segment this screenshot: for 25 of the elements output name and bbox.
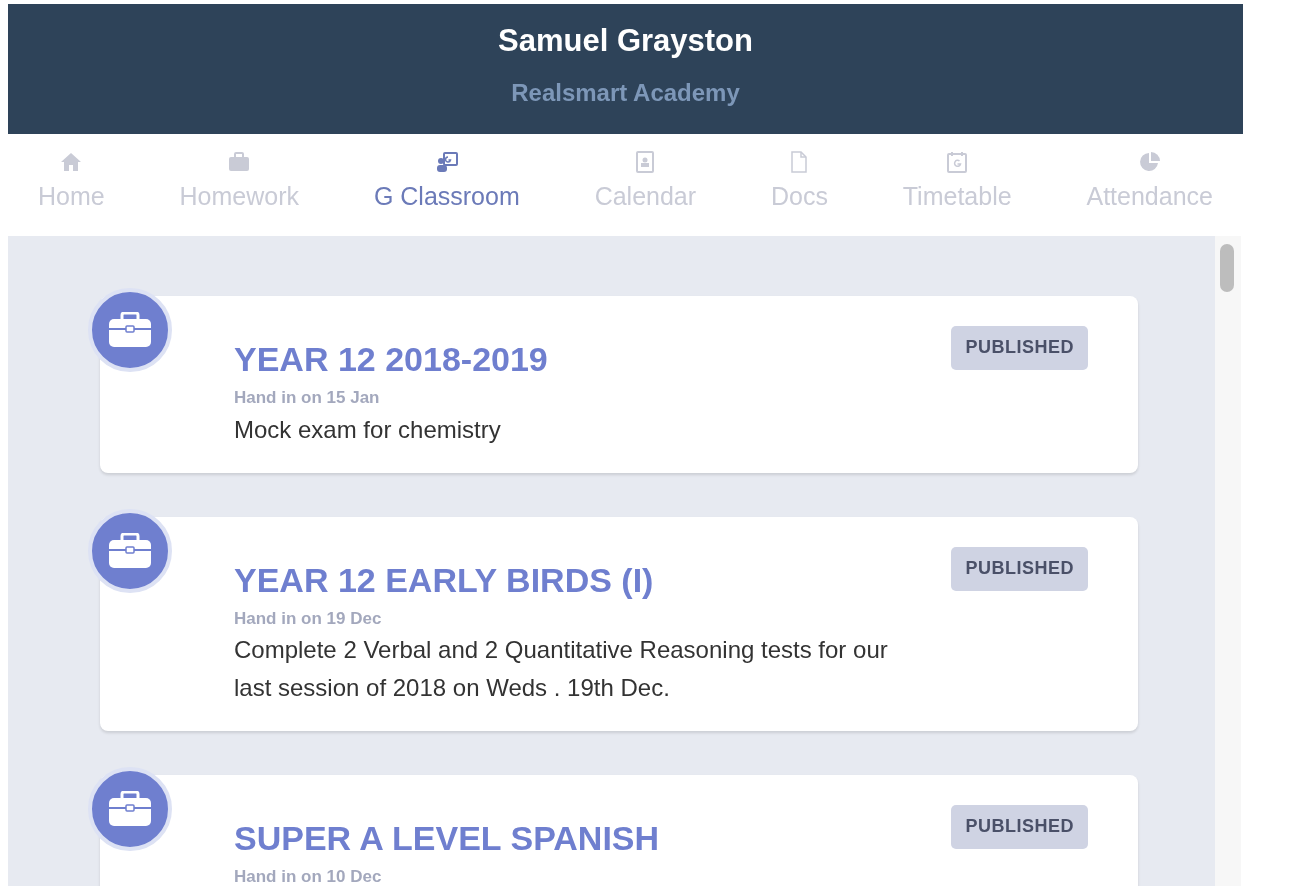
scrollbar[interactable] [1215,236,1241,886]
assignment-card[interactable]: YEAR 12 2018-2019 Hand in on 15 Jan Mock exam for chemistry PUBLISHED [100,296,1138,473]
status-badge: PUBLISHED [951,546,1088,591]
assignment-card[interactable]: SUPER A LEVEL SPANISH Hand in on 10 Dec PUBLISHED [100,775,1138,886]
assignment-description: Complete 2 Verbal and 2 Quantitative Reasoning tests for our last session of 2018 on Weds . 19th Dec. [234,635,889,703]
assignment-title: YEAR 12 EARLY BIRDS (I) [234,559,655,601]
status-badge: PUBLISHED [951,326,1088,370]
classroom-icon [434,150,459,174]
user-name: Samuel Grayston [497,22,754,60]
school-name: Realsmart Academy [510,77,741,108]
assignment-card[interactable]: YEAR 12 EARLY BIRDS (I) Hand in on 19 Dec Complete 2 Verbal and 2 Quantitative Reasoning tests for our last session of 2018 on Weds . 19th Dec. PUBLISHED [100,516,1138,731]
pie-chart-icon [1137,150,1162,174]
briefcase-icon [108,312,152,348]
briefcase-icon [108,532,152,569]
nav-tab[interactable]: G Classroom [373,150,520,236]
assignment-description: Mock exam for chemistry [234,414,502,445]
due-date: Hand in on 19 Dec [234,607,383,630]
briefcase-icon [227,150,252,174]
assignment-title: SUPER A LEVEL SPANISH [234,818,660,859]
status-badge: PUBLISHED [951,805,1088,849]
briefcase-icon [108,791,152,827]
due-date: Hand in on 10 Dec [234,866,383,886]
assignment-title: YEAR 12 2018-2019 [234,339,548,380]
due-date: Hand in on 15 Jan [234,387,381,409]
calendar-icon [945,150,970,174]
